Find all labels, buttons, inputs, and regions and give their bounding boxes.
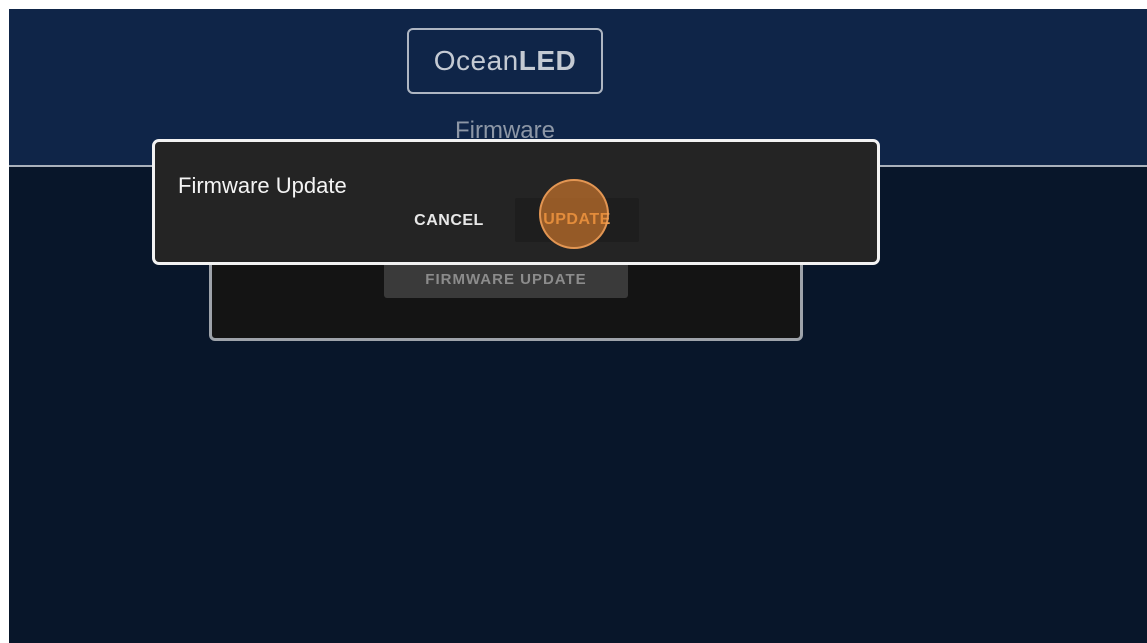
- cancel-button[interactable]: CANCEL: [399, 202, 499, 240]
- logo-text-led: LED: [518, 45, 577, 76]
- app-screen: Ocean LED Firmware FIRMWARE UPDATE Firmwa…: [9, 9, 1147, 643]
- oceanled-logo: Ocean LED: [407, 28, 603, 94]
- firmware-update-button[interactable]: FIRMWARE UPDATE: [384, 260, 628, 298]
- firmware-update-dialog: Firmware Update CANCEL UPDATE: [152, 139, 880, 265]
- dialog-title: Firmware Update: [178, 173, 347, 198]
- logo-text-ocean: Ocean: [433, 45, 519, 76]
- update-button[interactable]: UPDATE: [515, 198, 639, 242]
